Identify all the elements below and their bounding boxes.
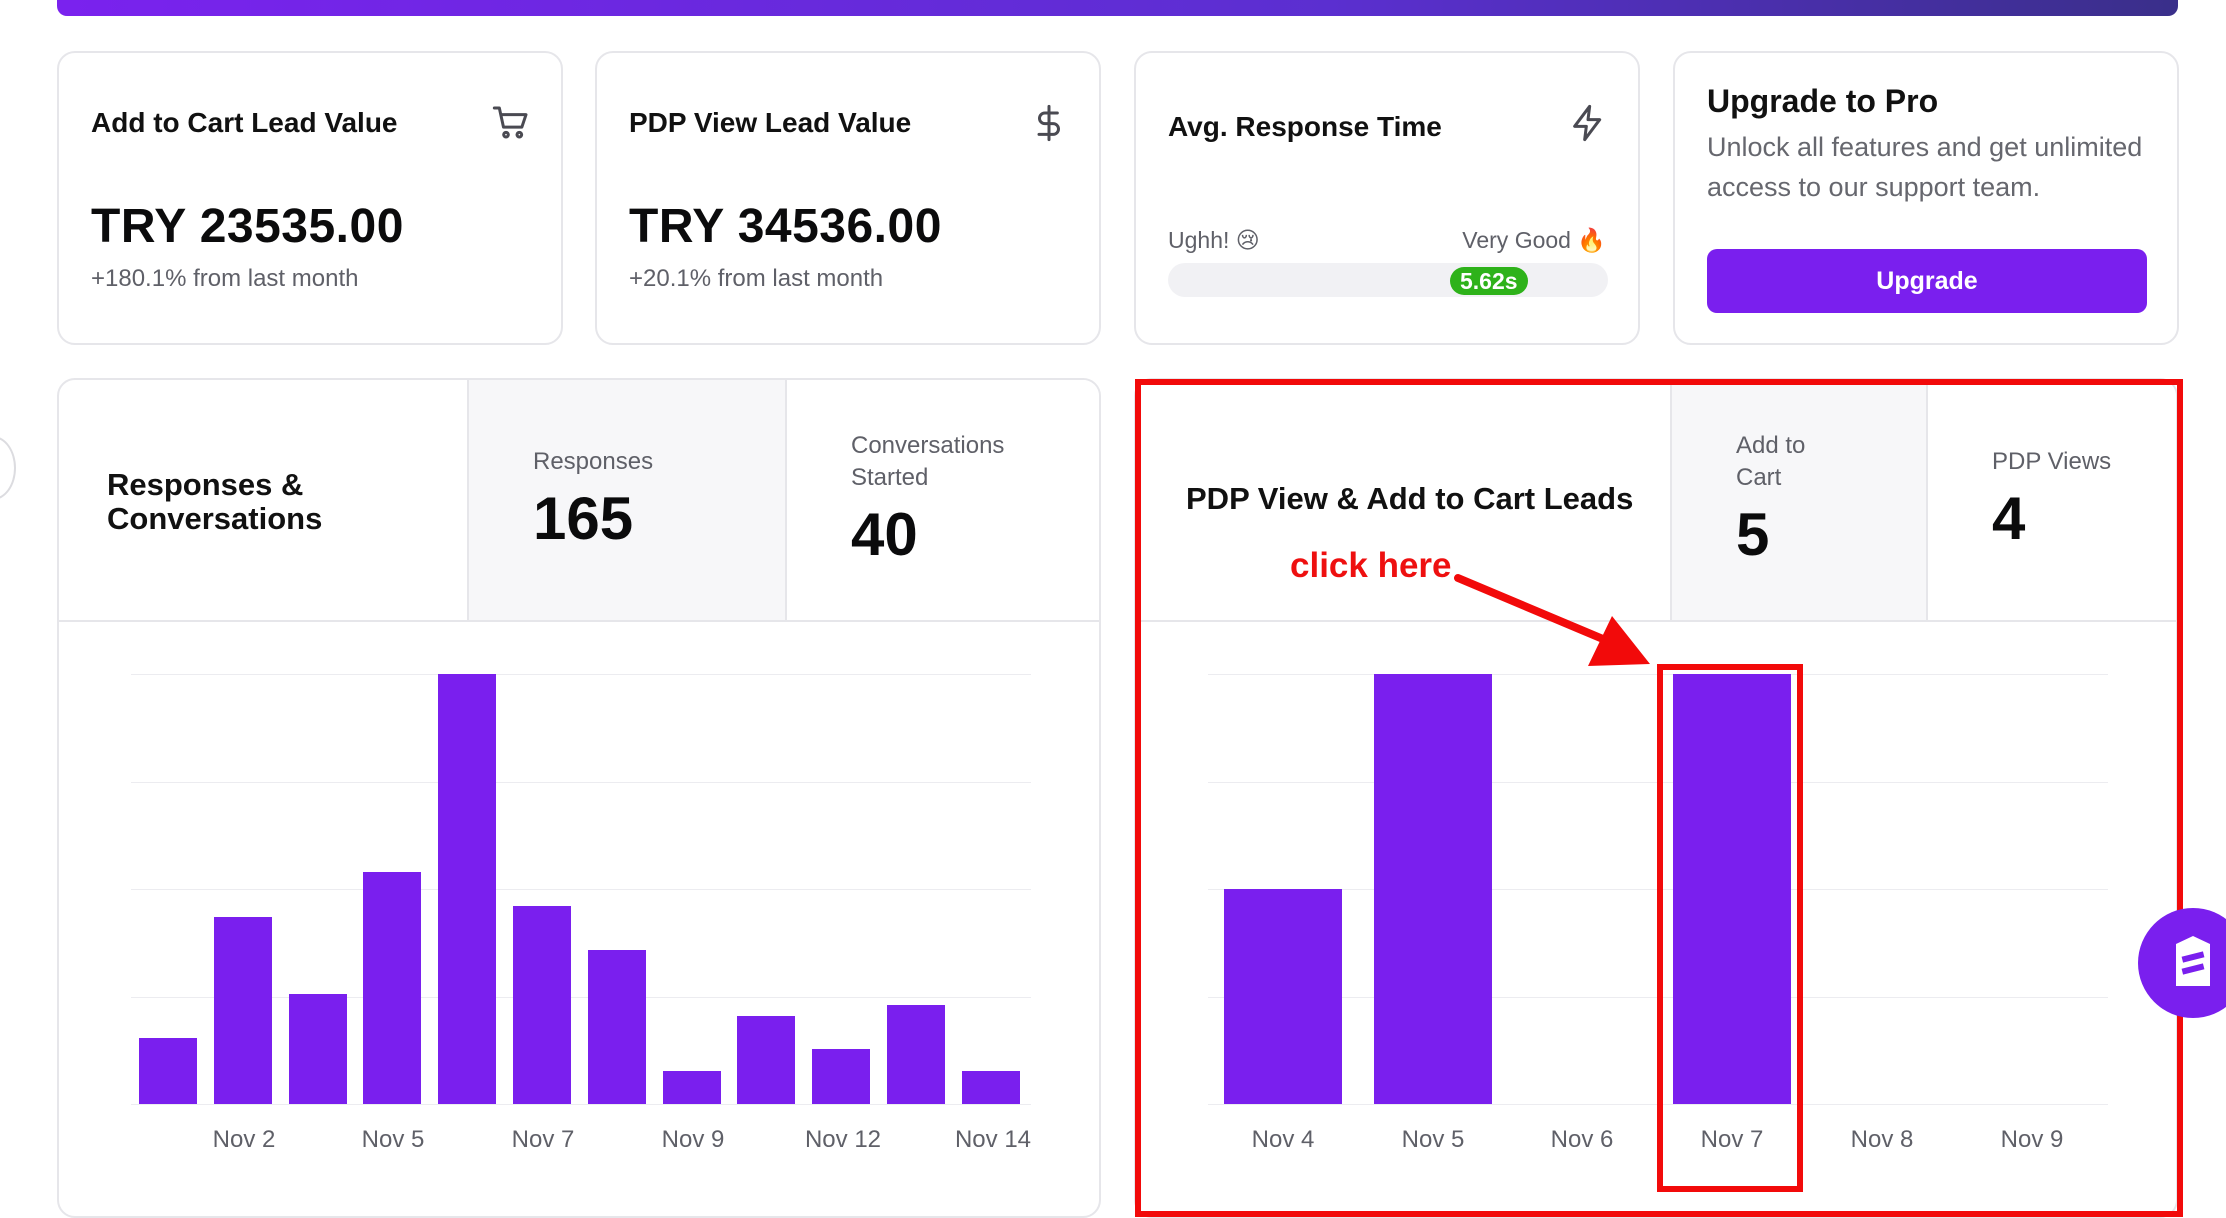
card-title: PDP View Lead Value xyxy=(629,107,912,138)
conversations-metric[interactable]: Conversations Started 40 xyxy=(785,380,1099,620)
add-to-cart-value-card: Add to Cart Lead Value TRY 23535.00 +180… xyxy=(57,51,563,345)
metric-label: Conversations Started xyxy=(851,430,1004,494)
response-time-meter: 5.62s xyxy=(1168,263,1608,297)
chart-bar[interactable] xyxy=(587,949,646,1104)
chart-tick-label: Nov 7 xyxy=(511,1126,575,1153)
upgrade-button[interactable]: Upgrade xyxy=(1707,249,2147,313)
responses-bar-chart: Nov 2 Nov 5 Nov 7 Nov 9 Nov 12 Nov 14 xyxy=(59,620,1099,1216)
chart-gridline xyxy=(131,889,1031,890)
responses-metric[interactable]: Responses 165 xyxy=(467,380,785,620)
panel-title-line1: Responses & xyxy=(107,467,304,502)
metric-label-line2: Started xyxy=(851,464,929,491)
chart-bar[interactable] xyxy=(213,916,272,1104)
chart-bar[interactable] xyxy=(139,1037,197,1104)
chart-bar[interactable] xyxy=(961,1070,1020,1104)
chart-tick-label: Nov 9 xyxy=(661,1126,725,1153)
panel-header: Responses & Conversations Responses 165 … xyxy=(59,380,1099,622)
card-value: TRY 23535.00 xyxy=(91,200,404,253)
response-time-badge: 5.62s xyxy=(1450,267,1528,295)
panel-title: Responses & Conversations xyxy=(107,468,322,536)
chart-tick-label: Nov 2 xyxy=(212,1126,276,1153)
chart-bar[interactable] xyxy=(288,993,347,1104)
annotation-arrow-icon xyxy=(1454,574,1650,666)
card-change: +180.1% from last month xyxy=(91,265,359,292)
chart-bar[interactable] xyxy=(887,1004,945,1104)
card-title: Avg. Response Time xyxy=(1168,111,1442,142)
metric-value: 165 xyxy=(533,485,634,552)
chart-bar[interactable] xyxy=(363,872,422,1104)
slow-label: Ughh! 😢 xyxy=(1168,227,1260,253)
fast-label: Very Good 🔥 xyxy=(1462,227,1606,253)
card-title: Add to Cart Lead Value xyxy=(91,107,398,138)
chart-bar[interactable] xyxy=(513,905,571,1104)
chart-tick-label: Nov 12 xyxy=(804,1126,882,1153)
panel-title-line2: Conversations xyxy=(107,501,323,536)
card-value: TRY 34536.00 xyxy=(629,200,942,253)
dollar-icon xyxy=(1037,104,1060,142)
chart-bar[interactable] xyxy=(438,674,497,1104)
chart-bar[interactable] xyxy=(737,1015,796,1104)
annotation-label: click here xyxy=(1290,546,1452,585)
upgrade-card: Upgrade to Pro Unlock all features and g… xyxy=(1673,51,2179,345)
chart-gridline xyxy=(131,1104,1031,1105)
annotation-highlight-bar xyxy=(1657,664,1803,1192)
lightning-icon xyxy=(1573,104,1602,142)
metric-label: Responses xyxy=(533,448,654,475)
metric-label-line1: Conversations xyxy=(851,432,1005,459)
chart-bar[interactable] xyxy=(812,1048,871,1104)
card-change: +20.1% from last month xyxy=(629,265,884,292)
chat-widget-icon xyxy=(2176,936,2210,986)
cart-icon xyxy=(492,106,528,139)
chart-tick-label: Nov 14 xyxy=(954,1126,1032,1153)
chart-gridline xyxy=(131,781,1031,783)
responses-conversations-panel: Responses & Conversations Responses 165 … xyxy=(57,378,1101,1218)
metric-value: 40 xyxy=(851,501,918,568)
pdp-view-value-card: PDP View Lead Value TRY 34536.00 +20.1% … xyxy=(595,51,1101,345)
chart-bar[interactable] xyxy=(662,1070,721,1104)
upgrade-description: Unlock all features and get unlimited ac… xyxy=(1707,132,2143,202)
top-banner-gradient xyxy=(57,0,2178,16)
chart-gridline xyxy=(131,674,1031,675)
response-time-card: Avg. Response Time Ughh! 😢 Very Good 🔥 5… xyxy=(1134,51,1640,345)
sidebar-toggle-handle[interactable] xyxy=(0,436,16,500)
chart-tick-label: Nov 5 xyxy=(361,1126,425,1153)
upgrade-title: Upgrade to Pro xyxy=(1707,83,1939,119)
